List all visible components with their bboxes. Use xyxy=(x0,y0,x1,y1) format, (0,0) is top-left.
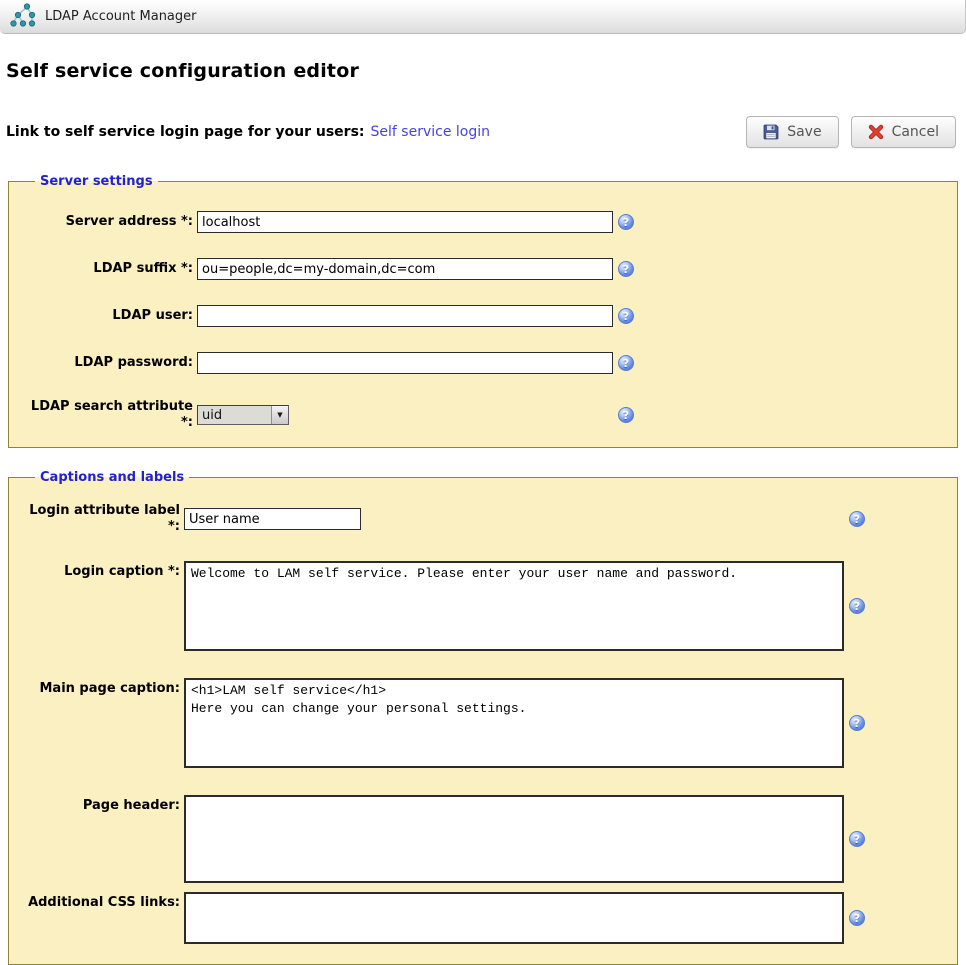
login-attribute-label-label: Login attribute label *: xyxy=(23,503,180,535)
ldap-password-label: LDAP password: xyxy=(23,355,193,371)
save-button-label: Save xyxy=(787,124,821,140)
chevron-down-icon: ▼ xyxy=(271,406,288,424)
help-icon[interactable]: ? xyxy=(849,511,865,527)
captions-and-labels-legend: Captions and labels xyxy=(35,470,189,485)
form-row: LDAP password: ? xyxy=(23,352,943,374)
selected-option: uid xyxy=(198,408,271,423)
help-icon[interactable]: ? xyxy=(618,407,634,423)
help-icon[interactable]: ? xyxy=(849,831,865,847)
form-row: LDAP suffix *: ? xyxy=(23,258,943,280)
main-page-caption-label: Main page caption: xyxy=(23,678,180,697)
main-page-caption-textarea[interactable]: <h1>LAM self service</h1> Here you can c… xyxy=(184,678,844,768)
help-icon[interactable]: ? xyxy=(618,214,634,230)
captions-and-labels-fieldset: Captions and labels Login attribute labe… xyxy=(8,470,958,965)
ldap-suffix-input[interactable] xyxy=(197,258,613,280)
toolbar: Save Cancel xyxy=(746,116,956,148)
form-row: Login attribute label *: ? xyxy=(23,503,943,535)
action-row: Link to self service login page for your… xyxy=(6,116,956,148)
form-row: Server address *: ? xyxy=(23,211,943,233)
self-service-link-label: Link to self service login page for your… xyxy=(6,124,365,140)
ldap-suffix-label: LDAP suffix *: xyxy=(23,261,193,277)
cancel-button-label: Cancel xyxy=(892,124,939,140)
ldap-user-label: LDAP user: xyxy=(23,308,193,324)
help-icon[interactable]: ? xyxy=(618,261,634,277)
page-header-label: Page header: xyxy=(23,795,180,814)
help-icon[interactable]: ? xyxy=(849,910,865,926)
form-row: LDAP user: ? xyxy=(23,305,943,327)
server-settings-fieldset: Server settings Server address *: ? LDAP… xyxy=(8,174,958,448)
page-title: Self service configuration editor xyxy=(6,60,966,82)
ldap-user-input[interactable] xyxy=(197,305,613,327)
form-row: Page header: ? xyxy=(23,795,943,883)
app-title: LDAP Account Manager xyxy=(45,9,197,24)
additional-css-links-textarea[interactable] xyxy=(184,892,844,944)
help-icon[interactable]: ? xyxy=(849,715,865,731)
form-row: LDAP search attribute *: uid ▼ ? xyxy=(23,399,943,431)
form-row: Login caption *: Welcome to LAM self ser… xyxy=(23,561,943,651)
help-icon[interactable]: ? xyxy=(618,308,634,324)
server-settings-legend: Server settings xyxy=(35,174,158,189)
help-icon[interactable]: ? xyxy=(849,598,865,614)
save-button[interactable]: Save xyxy=(746,116,838,148)
self-service-link-line: Link to self service login page for your… xyxy=(6,124,490,140)
cancel-x-icon xyxy=(868,124,884,140)
self-service-login-link[interactable]: Self service login xyxy=(371,124,490,140)
login-caption-textarea[interactable]: Welcome to LAM self service. Please ente… xyxy=(184,561,844,651)
form-row: Additional CSS links: ? xyxy=(23,892,943,944)
ldap-tree-logo-icon xyxy=(10,2,36,32)
cancel-button[interactable]: Cancel xyxy=(851,116,956,148)
server-address-label: Server address *: xyxy=(23,214,193,230)
page-header-textarea[interactable] xyxy=(184,795,844,883)
form-row: Main page caption: <h1>LAM self service<… xyxy=(23,678,943,768)
additional-css-links-label: Additional CSS links: xyxy=(23,892,180,911)
app-header-bar: LDAP Account Manager xyxy=(0,0,966,34)
login-attribute-label-input[interactable] xyxy=(184,508,361,530)
ldap-password-input[interactable] xyxy=(197,352,613,374)
help-icon[interactable]: ? xyxy=(618,355,634,371)
ldap-search-attribute-select[interactable]: uid ▼ xyxy=(197,405,289,425)
save-floppy-icon xyxy=(763,124,779,140)
login-caption-label: Login caption *: xyxy=(23,561,180,580)
ldap-search-attribute-label: LDAP search attribute *: xyxy=(23,399,193,431)
server-address-input[interactable] xyxy=(197,211,613,233)
